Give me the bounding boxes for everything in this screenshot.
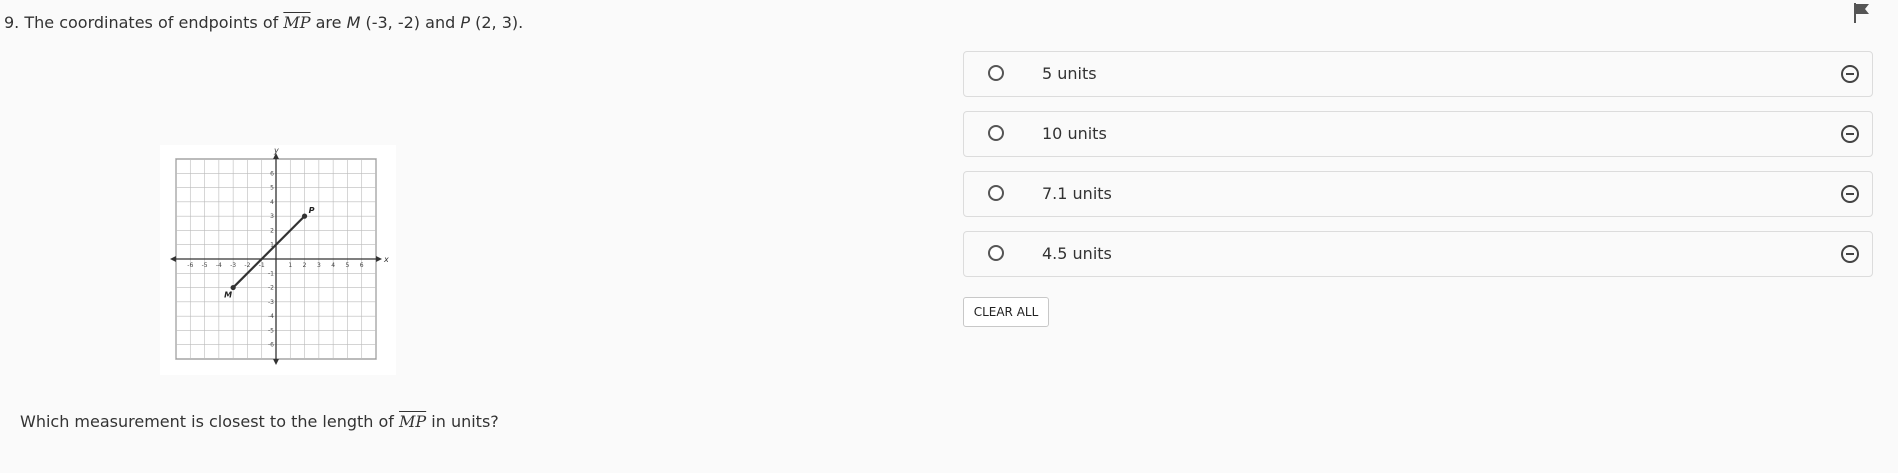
- x-tick-label: 5: [346, 262, 350, 269]
- flag-icon[interactable]: [1852, 2, 1872, 24]
- y-tick-label: -4: [268, 313, 274, 320]
- y-axis-label: y: [273, 146, 279, 155]
- x-tick-label: -6: [187, 262, 193, 269]
- question-text-mid: are: [315, 13, 342, 32]
- point-label: M: [224, 291, 232, 300]
- answer-choice-4[interactable]: 4.5 units: [963, 231, 1873, 277]
- point-m: [230, 284, 236, 291]
- x-tick-label: -2: [244, 262, 250, 269]
- x-tick-label: 1: [288, 262, 292, 269]
- y-axis-arrow: [273, 359, 279, 365]
- x-tick-label: -1: [259, 262, 265, 269]
- x-tick-label: 6: [360, 262, 364, 269]
- y-tick-label: 3: [270, 213, 274, 220]
- point-m-coords: (-3, -2): [365, 13, 421, 32]
- coordinate-graph: x y -6 -5 -4 -3 -2 -1 1 2 3 4 5 6 6 5 4 3 2 1 -1 -2 -3 -4 -5 -6 M P: [160, 145, 396, 375]
- question-and: and: [425, 13, 456, 32]
- answer-choice-2[interactable]: 10 units: [963, 111, 1873, 157]
- question-number: 9.: [4, 13, 20, 32]
- x-tick-label: -4: [216, 262, 222, 269]
- point-p-label: P: [460, 13, 470, 32]
- radio-icon[interactable]: [988, 65, 1004, 81]
- y-tick-label: -1: [268, 270, 274, 277]
- answer-choice-3[interactable]: 7.1 units: [963, 171, 1873, 217]
- prompt-segment-mp: MP: [399, 412, 427, 431]
- y-tick-label: -5: [268, 327, 274, 334]
- x-tick-label: 4: [331, 262, 335, 269]
- y-tick-label: -2: [268, 285, 274, 292]
- x-tick-label: -3: [230, 262, 236, 269]
- y-tick-label: 2: [270, 227, 274, 234]
- point-label: P: [309, 206, 315, 215]
- question-text-before: The coordinates of endpoints of: [24, 13, 279, 32]
- clear-all-button[interactable]: CLEAR ALL: [963, 297, 1049, 327]
- answer-choice-label: 7.1 units: [1042, 184, 1112, 203]
- coordinate-plane: xy-6 -5 -4 -3 -2 -1 1 2 3 4 5 6654321-1-2-3-4-5-6MP: [170, 146, 389, 365]
- point-p: [301, 213, 308, 219]
- x-tick-label: 3: [317, 262, 321, 269]
- eliminate-icon[interactable]: [1841, 65, 1859, 83]
- radio-icon[interactable]: [988, 245, 1004, 261]
- answer-choice-label: 10 units: [1042, 124, 1107, 143]
- eliminate-icon[interactable]: [1841, 185, 1859, 203]
- y-tick-label: 5: [270, 185, 274, 192]
- radio-icon[interactable]: [988, 185, 1004, 201]
- point-p-coords: (2, 3).: [475, 13, 524, 32]
- answer-choice-label: 5 units: [1042, 64, 1097, 83]
- y-tick-label: -3: [268, 299, 274, 306]
- y-tick-label: 6: [270, 170, 274, 177]
- eliminate-icon[interactable]: [1841, 245, 1859, 263]
- eliminate-icon[interactable]: [1841, 125, 1859, 143]
- answer-choice-label: 4.5 units: [1042, 244, 1112, 263]
- radio-icon[interactable]: [988, 125, 1004, 141]
- x-axis-arrow: [170, 256, 176, 262]
- y-tick-label: -6: [268, 342, 274, 349]
- y-tick-label: 4: [270, 199, 274, 206]
- segment-mp-label: MP: [283, 13, 311, 32]
- point-m-label: M: [346, 13, 361, 32]
- answer-choice-1[interactable]: 5 units: [963, 51, 1873, 97]
- x-axis-label: x: [383, 255, 389, 264]
- question-text: 9. The coordinates of endpoints of MP ar…: [4, 12, 523, 34]
- x-tick-label: 2: [303, 262, 307, 269]
- prompt-after: in units?: [431, 412, 499, 431]
- x-axis-arrow: [376, 256, 382, 262]
- prompt-before: Which measurement is closest to the leng…: [20, 412, 394, 431]
- question-prompt: Which measurement is closest to the leng…: [20, 411, 499, 433]
- x-tick-label: -5: [202, 262, 208, 269]
